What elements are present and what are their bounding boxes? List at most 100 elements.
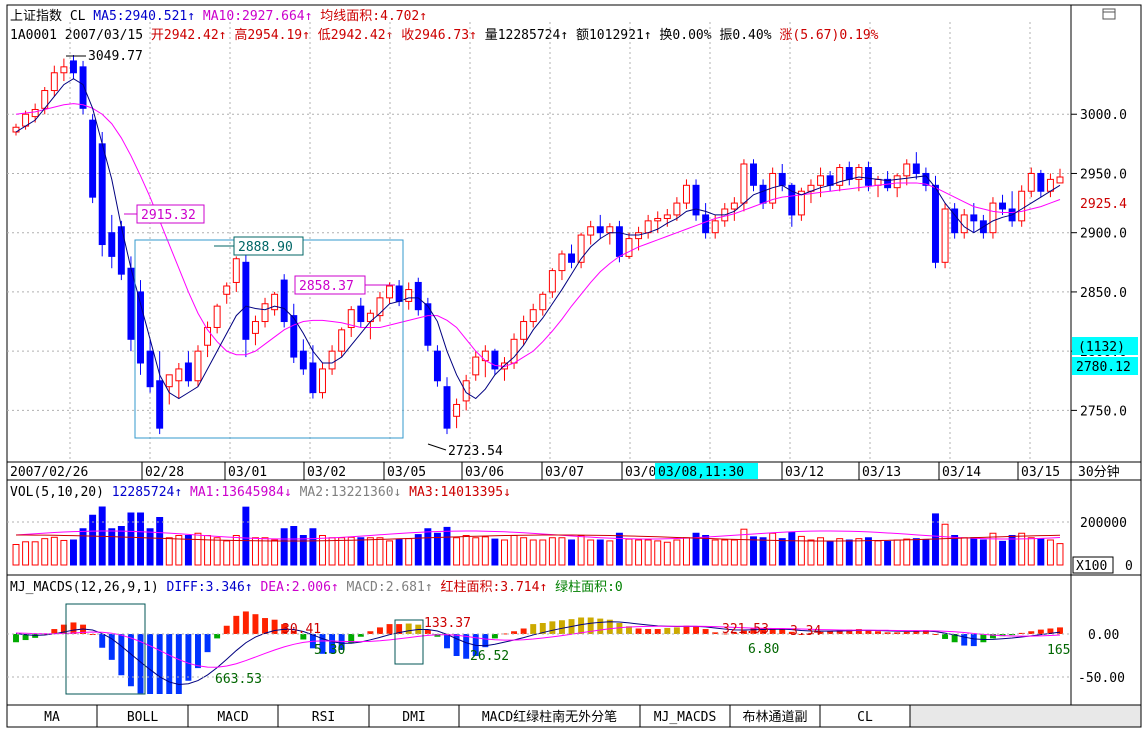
volume-bar <box>338 537 346 566</box>
tab-label: CL <box>857 710 873 725</box>
header-line2-item-5: 量12285724↑ <box>477 28 568 43</box>
volume-bar <box>146 528 154 566</box>
volume-zero-label: 0 <box>1125 559 1133 574</box>
price-tick-label: 2950.0 <box>1080 167 1127 182</box>
volume-header-item-4: MA3:14013395↓ <box>401 485 511 500</box>
cursor-price-label: 2780.12 <box>1076 360 1131 375</box>
volume-bar <box>884 540 892 566</box>
macd-bar <box>654 629 661 634</box>
macd-note-6: 321.53 <box>722 622 769 637</box>
volume-bar <box>836 538 844 566</box>
macd-header-item-0: MJ_MACDS(12,26,9,1) <box>10 580 159 595</box>
macd-bar <box>147 634 154 694</box>
volume-bar <box>175 535 183 566</box>
tab-2[interactable]: MACD <box>187 704 279 728</box>
macd-note-7: 3.34 <box>790 624 821 639</box>
macd-bar <box>980 634 987 643</box>
volume-bar <box>69 539 77 566</box>
tab-1[interactable]: BOLL <box>96 704 189 728</box>
volume-bar <box>587 539 595 566</box>
macd-bar <box>616 623 623 634</box>
macd-bar <box>185 634 192 681</box>
volume-bar <box>232 535 240 566</box>
volume-bar <box>750 536 757 566</box>
macd-note-1: 30.41 <box>282 622 321 637</box>
tab-6[interactable]: MJ_MACDS <box>639 704 731 728</box>
volume-bar <box>127 512 135 566</box>
period-label[interactable]: 30分钟 <box>1078 464 1120 480</box>
volume-bar <box>577 535 585 566</box>
volume-bar <box>548 537 556 566</box>
chart-frame <box>6 4 1142 706</box>
macd-bar <box>204 634 211 653</box>
macd-bar <box>386 624 393 634</box>
volume-bar <box>1027 537 1035 566</box>
tab-7[interactable]: 布林通道副 <box>729 704 821 728</box>
macd-note-4: 26.52 <box>470 649 509 664</box>
tab-3[interactable]: RSI <box>277 704 370 728</box>
volume-bar <box>242 506 250 566</box>
volume-bar <box>347 536 355 566</box>
volume-bar <box>261 537 269 566</box>
price-tick-label: 2900.0 <box>1080 227 1127 242</box>
volume-bar <box>60 539 68 566</box>
volume-bar <box>501 539 508 566</box>
volume-bar <box>941 523 949 566</box>
macd-axis-zero: 0.00 <box>1088 628 1119 643</box>
svg-text:2888.90: 2888.90 <box>238 240 293 255</box>
macd-header-item-5: 绿柱面积:0 <box>547 580 622 595</box>
volume-bar <box>12 544 20 566</box>
header-line1-item-0: 上证指数 CL <box>10 9 86 24</box>
volume-bar <box>951 535 959 566</box>
macd-bar <box>673 627 680 634</box>
volume-bar <box>366 537 374 566</box>
macd-bar <box>444 634 450 649</box>
date-label: 2007/02/26 <box>10 465 88 480</box>
macd-bar <box>520 628 527 634</box>
volume-bar <box>1056 543 1064 566</box>
macd-bar <box>1057 627 1063 634</box>
macd-bar <box>175 634 182 694</box>
volume-bar <box>558 537 566 566</box>
header-line2-item-6: 额1012921↑ <box>568 28 651 43</box>
macd-note-8: 6.80 <box>748 642 779 657</box>
date-label: 03/06 <box>465 465 504 480</box>
volume-bar <box>999 540 1007 566</box>
macd-bar <box>942 634 949 639</box>
tab-5[interactable]: MACD红绿柱南无外分笔 <box>458 704 641 728</box>
volume-bar <box>989 532 997 566</box>
tab-8[interactable]: CL <box>819 704 911 728</box>
volume-bar <box>635 539 643 566</box>
volume-bar <box>778 538 786 566</box>
volume-bar <box>108 528 116 566</box>
macd-bar <box>683 625 690 634</box>
tab-label: DMI <box>402 710 425 725</box>
macd-bar <box>511 631 518 634</box>
volume-bar <box>529 539 537 566</box>
header-line2-item-7: 换0.00% <box>652 28 712 43</box>
volume-bar <box>41 538 49 566</box>
candle <box>127 256 135 352</box>
macd-bar <box>118 634 125 676</box>
volume-bar <box>481 536 489 566</box>
candle <box>692 179 700 221</box>
volume-bar <box>606 540 614 566</box>
macd-header-item-2: DEA:2.006↑ <box>253 580 339 595</box>
volume-bar <box>702 535 710 566</box>
volume-bar <box>271 539 279 566</box>
volume-bar <box>184 535 192 566</box>
volume-bar <box>960 537 968 566</box>
volume-bar <box>290 526 298 566</box>
candle <box>1018 185 1026 227</box>
volume-bar <box>386 540 394 566</box>
volume-header: VOL(5,10,20) 12285724↑ MA1:13645984↓ MA2… <box>10 485 511 500</box>
volume-bar <box>903 538 911 566</box>
macd-bar <box>664 627 671 634</box>
macd-note-2: 133.37 <box>424 616 471 631</box>
price-tick-label: 3000.0 <box>1080 108 1127 123</box>
stock-chart[interactable]: 上证指数 CL MA5:2940.521↑ MA10:2927.664↑ 均线面… <box>0 0 1146 731</box>
tab-4[interactable]: DMI <box>368 704 460 728</box>
macd-bar <box>549 621 556 634</box>
tab-0[interactable]: MA <box>6 704 98 728</box>
header-line2-item-9: 涨(5.67)0.19% <box>772 28 879 43</box>
